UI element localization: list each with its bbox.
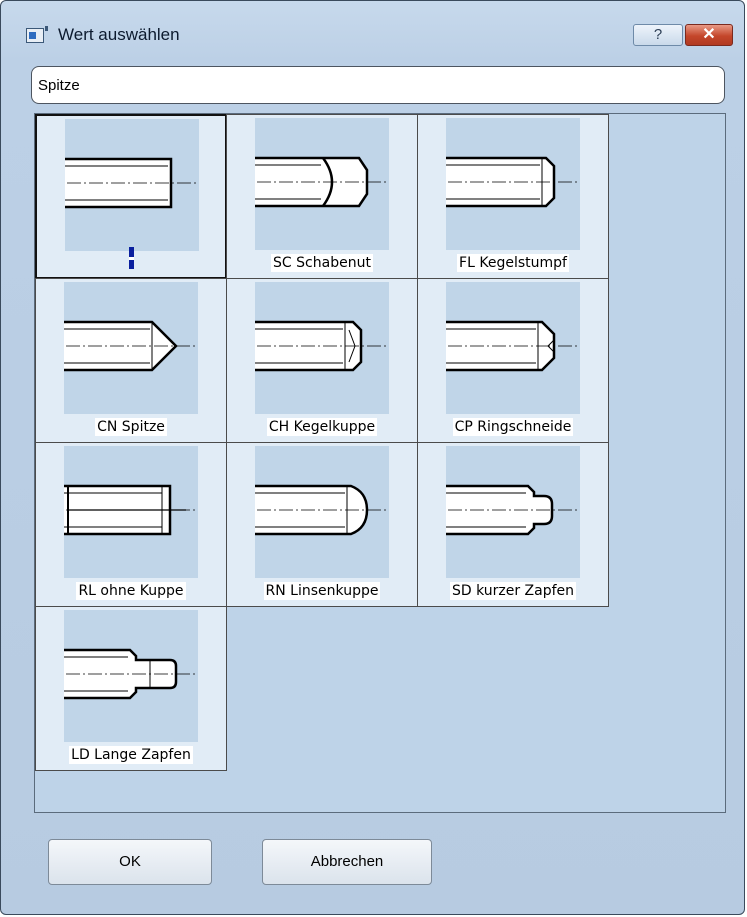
- selection-marker: [129, 247, 134, 269]
- ok-button[interactable]: OK: [48, 839, 212, 885]
- short-dog-drawing: [446, 446, 580, 578]
- thumbnail-label: RL ohne Kuppe: [76, 582, 186, 600]
- flat-chamfer-drawing: [446, 118, 580, 250]
- thumbnail-label: SD kurzer Zapfen: [449, 582, 577, 600]
- rounded-drawing: [255, 446, 389, 578]
- scraping-groove-drawing: [255, 118, 389, 250]
- thumbnail-label: RN Linsenkuppe: [263, 582, 381, 600]
- thumbnail-cn[interactable]: CN Spitze: [35, 278, 227, 443]
- thumbnail-label: FL Kegelstumpf: [457, 254, 569, 272]
- cancel-button[interactable]: Abbrechen: [262, 839, 432, 885]
- thumbnail-none[interactable]: [35, 114, 227, 279]
- thumbnail-sd[interactable]: SD kurzer Zapfen: [417, 442, 609, 607]
- thumbnail-caption: LD Lange Zapfen: [36, 746, 226, 764]
- thumbnail-sc[interactable]: SC Schabenut: [226, 114, 418, 279]
- cup-point-drawing: [446, 282, 580, 414]
- thumbnail-caption: CN Spitze: [36, 418, 226, 436]
- thumbnail-label: CN Spitze: [95, 418, 167, 436]
- plain-drawing: [64, 446, 198, 578]
- cone-point-drawing: [64, 282, 198, 414]
- thumbnail-caption: SD kurzer Zapfen: [418, 582, 608, 600]
- thumbnail-label: LD Lange Zapfen: [69, 746, 193, 764]
- close-button[interactable]: ✕: [685, 24, 733, 46]
- thumbnail-rn[interactable]: RN Linsenkuppe: [226, 442, 418, 607]
- search-input[interactable]: [31, 66, 725, 104]
- dialog-window: Wert auswählen ? ✕ SC Schabenut FL Kegels…: [0, 0, 745, 915]
- thumbnail-caption: SC Schabenut: [227, 254, 417, 272]
- window-icon: [26, 26, 48, 43]
- help-button[interactable]: ?: [633, 24, 683, 46]
- thumbnail-label: CP Ringschneide: [452, 418, 574, 436]
- thumbnail-label: SC Schabenut: [271, 254, 373, 272]
- thumbnail-ld[interactable]: LD Lange Zapfen: [35, 606, 227, 771]
- thumbnail-caption: RN Linsenkuppe: [227, 582, 417, 600]
- thumbnail-caption: RL ohne Kuppe: [36, 582, 226, 600]
- thumbnail-fl[interactable]: FL Kegelstumpf: [417, 114, 609, 279]
- thumbnail-label: CH Kegelkuppe: [266, 418, 378, 436]
- thumbnail-cp[interactable]: CP Ringschneide: [417, 278, 609, 443]
- none-drawing: [65, 119, 199, 251]
- thumbnail-rl[interactable]: RL ohne Kuppe: [35, 442, 227, 607]
- title-bar[interactable]: Wert auswählen ? ✕: [1, 1, 744, 53]
- thumbnail-caption: FL Kegelstumpf: [418, 254, 608, 272]
- thumbnail-caption: CP Ringschneide: [418, 418, 608, 436]
- thumbnail-caption: CH Kegelkuppe: [227, 418, 417, 436]
- window-title: Wert auswählen: [58, 25, 180, 44]
- selection-panel: SC Schabenut FL Kegelstumpf CN Spitze CH Ke…: [34, 113, 726, 813]
- long-dog-drawing: [64, 610, 198, 742]
- cone-chamfer-drawing: [255, 282, 389, 414]
- thumbnail-ch[interactable]: CH Kegelkuppe: [226, 278, 418, 443]
